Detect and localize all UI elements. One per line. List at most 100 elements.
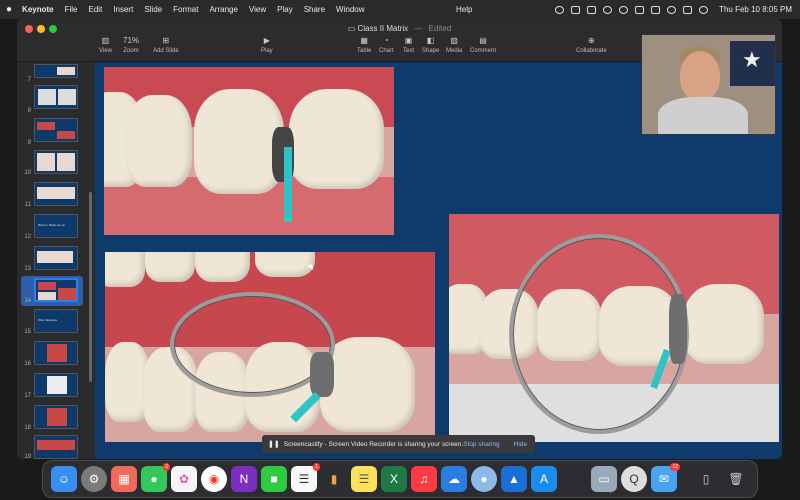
add-slide-button[interactable]: ⊞ Add Slide — [153, 36, 179, 54]
slide-number: 8 — [27, 108, 31, 114]
screencastify-icon[interactable] — [555, 5, 565, 14]
shape-button[interactable]: ◧ Shape — [422, 36, 439, 54]
stop-sharing-button[interactable]: Stop sharing — [463, 441, 500, 448]
messages-icon[interactable]: ● 2 — [141, 463, 170, 492]
menu-edit[interactable]: Edit — [89, 5, 103, 14]
slide-thumbnail-17[interactable] — [34, 373, 78, 397]
menu-view[interactable]: View — [249, 5, 266, 14]
slide-number: 11 — [24, 202, 31, 208]
text-icon: ▣ — [404, 36, 413, 45]
siri-icon[interactable] — [699, 5, 709, 14]
messenger-icon[interactable] — [603, 5, 613, 14]
slide-thumbnail-13[interactable] — [34, 246, 78, 270]
slide-number: 14 — [24, 298, 31, 304]
zoom-button[interactable]: 71% Zoom — [123, 36, 139, 54]
slide-thumbnail-7[interactable] — [34, 64, 78, 78]
hide-button[interactable]: Hide — [514, 441, 527, 448]
slide-photo-ring-side[interactable] — [105, 252, 435, 442]
slide-thumbnail-18[interactable] — [34, 405, 78, 429]
play-label: Play — [261, 48, 273, 54]
slide-thumbnail-9[interactable] — [34, 118, 78, 142]
keynote-icon[interactable]: ▲ — [501, 466, 527, 492]
media-icon: ▨ — [450, 36, 458, 45]
screen-sharing-bar: ❚❚ Screencastify - Screen Video Recorder… — [262, 435, 535, 453]
document-title: ▭ Class II Matrix — Edited — [17, 24, 782, 33]
menu-file[interactable]: File — [65, 5, 78, 14]
document-stack-icon[interactable]: ▯ — [693, 466, 719, 492]
slide-thumbnail-19[interactable] — [34, 435, 78, 459]
view-button[interactable]: ▥ View — [99, 36, 112, 54]
slide-thumbnail-8[interactable] — [34, 85, 78, 109]
slide-thumbnail-text: Wire Metaleve — [38, 318, 58, 322]
quicktime-icon[interactable]: Q — [621, 466, 647, 492]
slide-thumbnail-14[interactable] — [34, 278, 78, 302]
launchpad-icon[interactable]: ▦ — [111, 466, 137, 492]
menu-clock[interactable]: Thu Feb 10 8:05 PM — [719, 5, 792, 14]
pause-icon[interactable]: ❚❚ — [268, 440, 280, 448]
chart-label: Chart — [379, 48, 394, 54]
dropbox-icon[interactable] — [587, 5, 597, 14]
preview-icon[interactable]: ▭ — [591, 466, 617, 492]
onedrive-icon[interactable]: ☁ — [441, 466, 467, 492]
onenote-icon[interactable]: N — [231, 466, 257, 492]
reminders-icon[interactable]: ☰ 1 — [291, 463, 320, 492]
slide-photo-wedge-closeup[interactable] — [104, 67, 394, 235]
chart-button[interactable]: ◔ Chart — [379, 36, 394, 54]
slide-number: 17 — [24, 393, 31, 399]
wifi-icon[interactable] — [667, 5, 677, 14]
finder-icon[interactable]: ☺ — [51, 466, 77, 492]
bluetooth-icon[interactable] — [635, 5, 645, 14]
add-slide-label: Add Slide — [153, 48, 179, 54]
excel-icon[interactable]: X — [381, 466, 407, 492]
text-button[interactable]: ▣ Text — [403, 36, 414, 54]
chart-icon: ◔ — [383, 36, 389, 45]
menu-keynote[interactable]: Keynote — [22, 5, 54, 14]
play-button[interactable]: ▶ Play — [261, 36, 273, 54]
comment-label: Comment — [470, 48, 497, 54]
menu-insert[interactable]: Insert — [113, 5, 133, 14]
slide-number: 13 — [24, 266, 31, 272]
table-button[interactable]: ▦ Table — [357, 36, 371, 54]
comment-button[interactable]: ▤ Comment — [470, 36, 496, 54]
menu-slide[interactable]: Slide — [144, 5, 162, 14]
control-center-icon[interactable] — [683, 5, 693, 14]
slide-number: 10 — [24, 170, 31, 176]
apple-menu-icon[interactable]: ● — [6, 4, 12, 15]
collaborate-label: Collaborate — [576, 48, 607, 54]
record-icon[interactable] — [619, 5, 629, 14]
facetime-icon[interactable]: ■ — [261, 466, 287, 492]
trash-icon[interactable]: 🗑 — [723, 466, 749, 492]
menu-arrange[interactable]: Arrange — [209, 5, 237, 14]
slide-thumbnail-15[interactable]: Wire Metaleve — [34, 309, 78, 333]
mail-icon[interactable]: ✉ 12 — [651, 463, 680, 492]
slide-thumbnail-10[interactable] — [34, 150, 78, 174]
navigator-scrollbar[interactable] — [89, 192, 92, 382]
menu-help[interactable]: Help — [456, 5, 472, 14]
slide-thumbnail-12[interactable]: Back to Basic set up — [34, 214, 78, 238]
text-label: Text — [403, 48, 415, 54]
slide-number: 12 — [24, 234, 31, 240]
bottle-icon[interactable]: ▮ — [321, 466, 347, 492]
battery-icon[interactable] — [651, 5, 661, 14]
music-icon[interactable]: ♫ — [411, 466, 437, 492]
menu-play[interactable]: Play — [277, 5, 293, 14]
menu-format[interactable]: Format — [173, 5, 198, 14]
slide-thumbnail-16[interactable] — [34, 341, 78, 365]
menu-share[interactable]: Share — [304, 5, 325, 14]
collaborate-button[interactable]: ⊕ Collaborate — [576, 36, 607, 54]
media-button[interactable]: ▨ Media — [446, 36, 462, 54]
slide-photo-ring-occlusal[interactable] — [449, 214, 779, 442]
slide-number: 19 — [24, 454, 31, 459]
reminders-badge: 1 — [313, 463, 320, 471]
collaborate-icon: ⊕ — [587, 36, 595, 45]
notes-icon[interactable]: ☰ — [351, 466, 377, 492]
cloud-icon[interactable] — [571, 5, 581, 14]
photos-icon[interactable]: ✿ — [171, 466, 197, 492]
system-preferences-icon[interactable]: ⚙ — [81, 466, 107, 492]
slide-thumbnail-11[interactable] — [34, 182, 78, 206]
slide-navigator: 7 8 9 10 11 12 Back to Basic set up 13 1… — [17, 62, 95, 459]
chat-icon[interactable]: ● — [471, 466, 497, 492]
app-store-icon[interactable]: A — [531, 466, 557, 492]
chrome-icon[interactable]: ◉ — [201, 466, 227, 492]
menu-window[interactable]: Window — [336, 5, 364, 14]
